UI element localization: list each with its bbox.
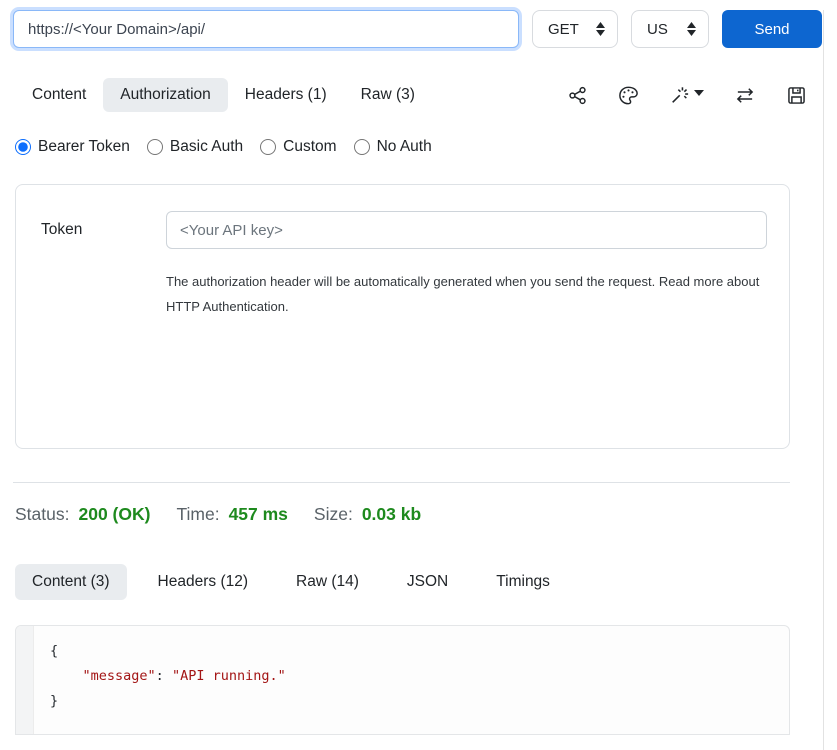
time-value: 457 ms bbox=[229, 504, 288, 525]
method-select-value: GET bbox=[548, 21, 579, 38]
radio-bearer-token-label: Bearer Token bbox=[38, 138, 130, 156]
magic-wand-icon[interactable] bbox=[669, 85, 704, 106]
api-tester-page: GET US Send Content Authorization Header… bbox=[0, 10, 837, 750]
method-select[interactable]: GET bbox=[532, 10, 618, 48]
response-tab-headers[interactable]: Headers (12) bbox=[141, 564, 265, 600]
share-icon[interactable] bbox=[567, 85, 588, 106]
bearer-token-panel: Token The authorization header will be a… bbox=[15, 184, 790, 449]
radio-no-auth-input[interactable] bbox=[354, 139, 370, 155]
send-button[interactable]: Send bbox=[722, 10, 822, 48]
token-label: Token bbox=[41, 221, 166, 239]
response-tab-content[interactable]: Content (3) bbox=[15, 564, 127, 600]
response-tab-raw[interactable]: Raw (14) bbox=[279, 564, 376, 600]
response-json-body: { "message": "API running." } bbox=[50, 639, 789, 714]
radio-basic-auth-label: Basic Auth bbox=[170, 138, 243, 156]
code-gutter bbox=[16, 626, 34, 734]
request-bar: GET US Send bbox=[13, 10, 822, 48]
radio-custom-label: Custom bbox=[283, 138, 336, 156]
request-tabs-row: Content Authorization Headers (1) Raw (3… bbox=[15, 78, 822, 112]
code-line: { "message": "API running." } bbox=[50, 643, 286, 709]
swap-arrows-icon[interactable] bbox=[734, 85, 756, 106]
status-label: Status: bbox=[15, 504, 69, 525]
updown-arrows-icon bbox=[596, 22, 605, 36]
response-body-block: { "message": "API running." } bbox=[15, 625, 790, 735]
url-input[interactable] bbox=[13, 10, 519, 48]
request-tabs: Content Authorization Headers (1) Raw (3… bbox=[15, 78, 432, 112]
radio-bearer-token[interactable]: Bearer Token bbox=[15, 138, 130, 156]
radio-custom-input[interactable] bbox=[260, 139, 276, 155]
radio-no-auth-label: No Auth bbox=[377, 138, 432, 156]
tab-content[interactable]: Content bbox=[15, 78, 103, 112]
tab-raw[interactable]: Raw (3) bbox=[344, 78, 432, 112]
size-group: Size: 0.03 kb bbox=[314, 504, 421, 525]
time-group: Time: 457 ms bbox=[176, 504, 287, 525]
response-tab-timings[interactable]: Timings bbox=[479, 564, 567, 600]
tab-headers[interactable]: Headers (1) bbox=[228, 78, 344, 112]
code-area: { "message": "API running." } bbox=[34, 626, 789, 734]
status-value: 200 (OK) bbox=[78, 504, 150, 525]
radio-basic-auth[interactable]: Basic Auth bbox=[147, 138, 243, 156]
auth-helper-text: The authorization header will be automat… bbox=[166, 269, 766, 319]
region-select-value: US bbox=[647, 21, 668, 38]
status-group: Status: 200 (OK) bbox=[15, 504, 150, 525]
radio-custom[interactable]: Custom bbox=[260, 138, 336, 156]
response-tabs: Content (3) Headers (12) Raw (14) JSON T… bbox=[15, 564, 822, 600]
region-select[interactable]: US bbox=[631, 10, 709, 48]
auth-type-radios: Bearer Token Basic Auth Custom No Auth bbox=[15, 138, 822, 156]
scrollbar-track[interactable] bbox=[823, 10, 824, 750]
time-label: Time: bbox=[176, 504, 219, 525]
palette-icon[interactable] bbox=[618, 85, 639, 106]
save-icon[interactable] bbox=[786, 85, 807, 106]
size-label: Size: bbox=[314, 504, 353, 525]
radio-bearer-token-input[interactable] bbox=[15, 139, 31, 155]
response-tab-json[interactable]: JSON bbox=[390, 564, 465, 600]
token-input[interactable] bbox=[166, 211, 767, 249]
divider bbox=[13, 482, 790, 483]
radio-basic-auth-input[interactable] bbox=[147, 139, 163, 155]
size-value: 0.03 kb bbox=[362, 504, 421, 525]
tab-authorization[interactable]: Authorization bbox=[103, 78, 227, 112]
updown-arrows-icon bbox=[687, 22, 696, 36]
toolbar-icons bbox=[567, 85, 807, 106]
radio-no-auth[interactable]: No Auth bbox=[354, 138, 432, 156]
caret-down-icon bbox=[694, 90, 704, 96]
response-status-line: Status: 200 (OK) Time: 457 ms Size: 0.03… bbox=[15, 504, 822, 525]
token-row: Token bbox=[41, 211, 767, 249]
